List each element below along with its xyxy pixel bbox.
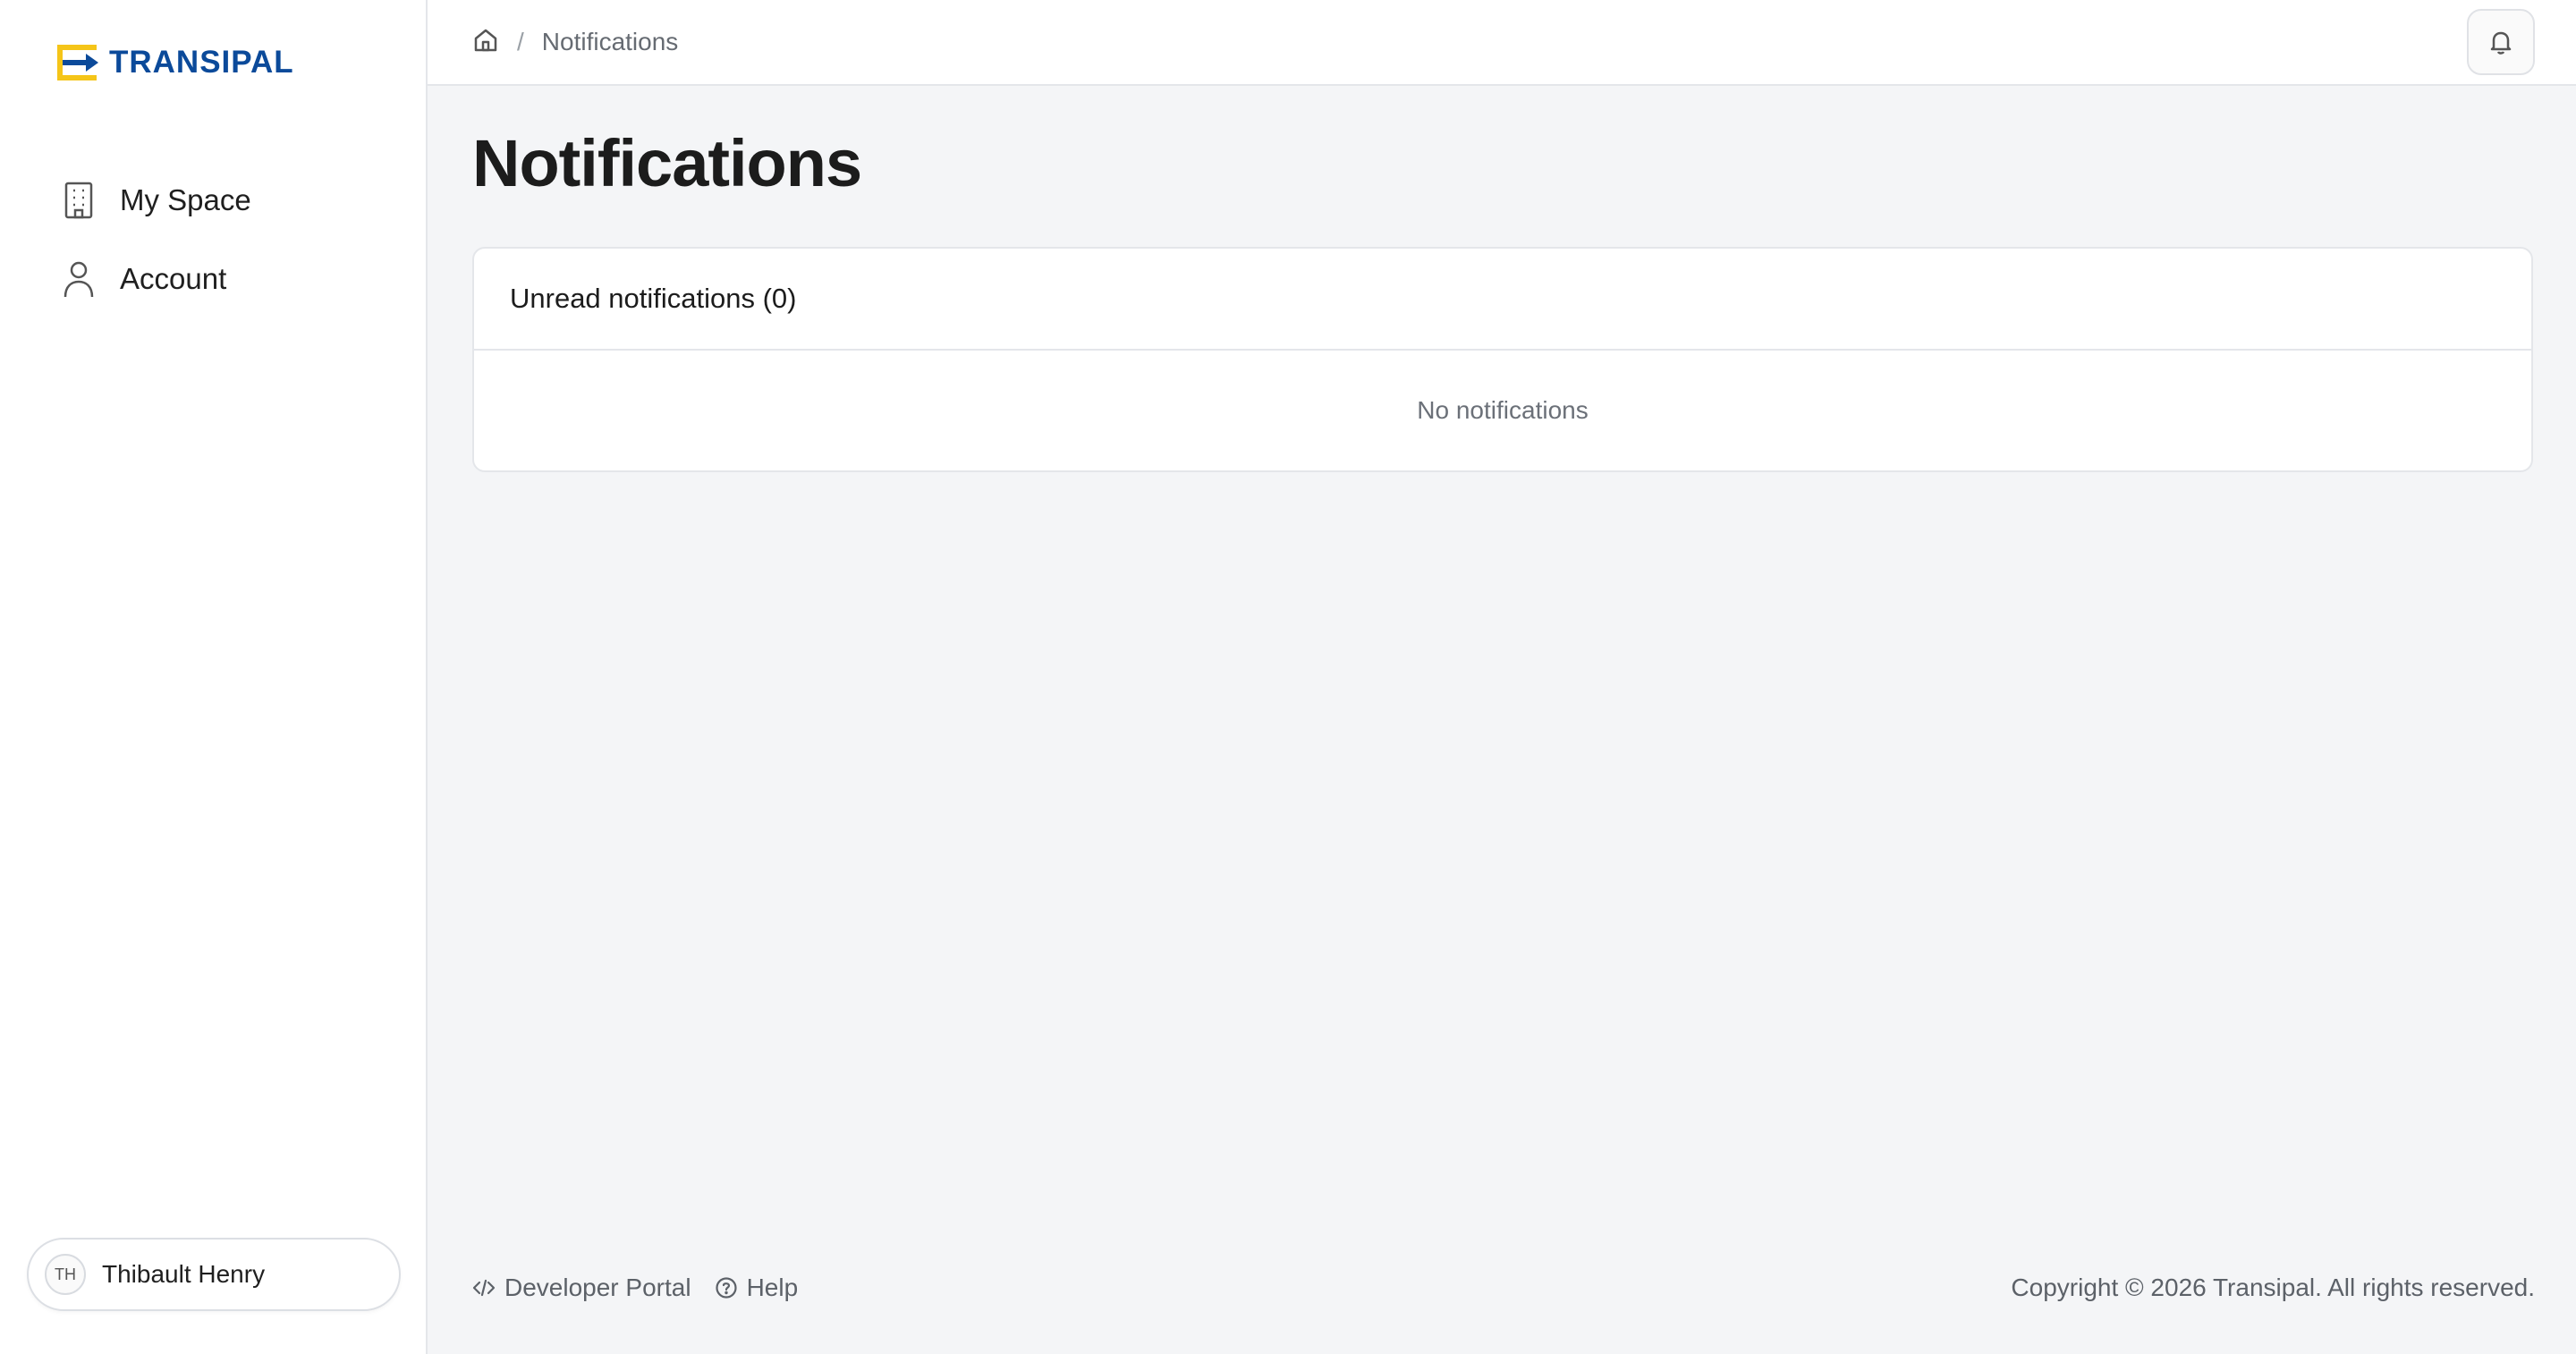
sidebar-item-account[interactable]: Account	[59, 240, 408, 318]
card-title: Unread notifications (0)	[510, 283, 797, 314]
main-content: / Notifications Notifications Unread not…	[428, 0, 2576, 1354]
sidebar-nav: My Space Account	[59, 161, 408, 318]
page-title: Notifications	[472, 126, 862, 200]
card-header: Unread notifications (0)	[474, 249, 2531, 351]
home-icon[interactable]	[472, 27, 499, 58]
unread-notifications-card: Unread notifications (0) No notification…	[472, 247, 2533, 472]
developer-portal-label: Developer Portal	[504, 1274, 691, 1301]
sidebar-item-label: Account	[120, 262, 227, 295]
brand-logo[interactable]: TRANSIPAL	[55, 43, 294, 82]
footer-links: Developer Portal Help	[472, 1274, 798, 1302]
user-name: Thibault Henry	[102, 1260, 266, 1288]
app: TRANSIPAL My Space Account TH Thibault H…	[0, 0, 2576, 1354]
brand-name: TRANSIPAL	[109, 45, 294, 80]
notifications-button[interactable]	[2467, 9, 2535, 75]
code-icon	[472, 1279, 496, 1297]
empty-state-text: No notifications	[1417, 396, 1589, 424]
sidebar-item-label: My Space	[120, 183, 251, 216]
breadcrumb: / Notifications	[472, 27, 678, 58]
help-circle-icon	[715, 1277, 737, 1299]
breadcrumb-separator: /	[517, 28, 524, 55]
help-label: Help	[746, 1274, 799, 1301]
user-icon	[59, 259, 98, 299]
building-icon	[59, 181, 98, 220]
breadcrumb-current: Notifications	[541, 28, 679, 55]
topbar: / Notifications	[428, 0, 2576, 86]
developer-portal-link[interactable]: Developer Portal	[472, 1274, 691, 1302]
sidebar-item-my-space[interactable]: My Space	[59, 161, 408, 240]
card-body: No notifications	[474, 351, 2531, 470]
sidebar: TRANSIPAL My Space Account TH Thibault H…	[0, 0, 428, 1354]
footer: Developer Portal Help Copyright © 2026 T…	[472, 1274, 2535, 1302]
transipal-logo-icon	[57, 45, 98, 80]
bell-icon	[2490, 31, 2512, 55]
copyright-text: Copyright © 2026 Transipal. All rights r…	[2011, 1274, 2535, 1301]
avatar: TH	[45, 1254, 86, 1295]
user-menu-button[interactable]: TH Thibault Henry	[27, 1238, 401, 1311]
help-link[interactable]: Help	[715, 1274, 799, 1302]
